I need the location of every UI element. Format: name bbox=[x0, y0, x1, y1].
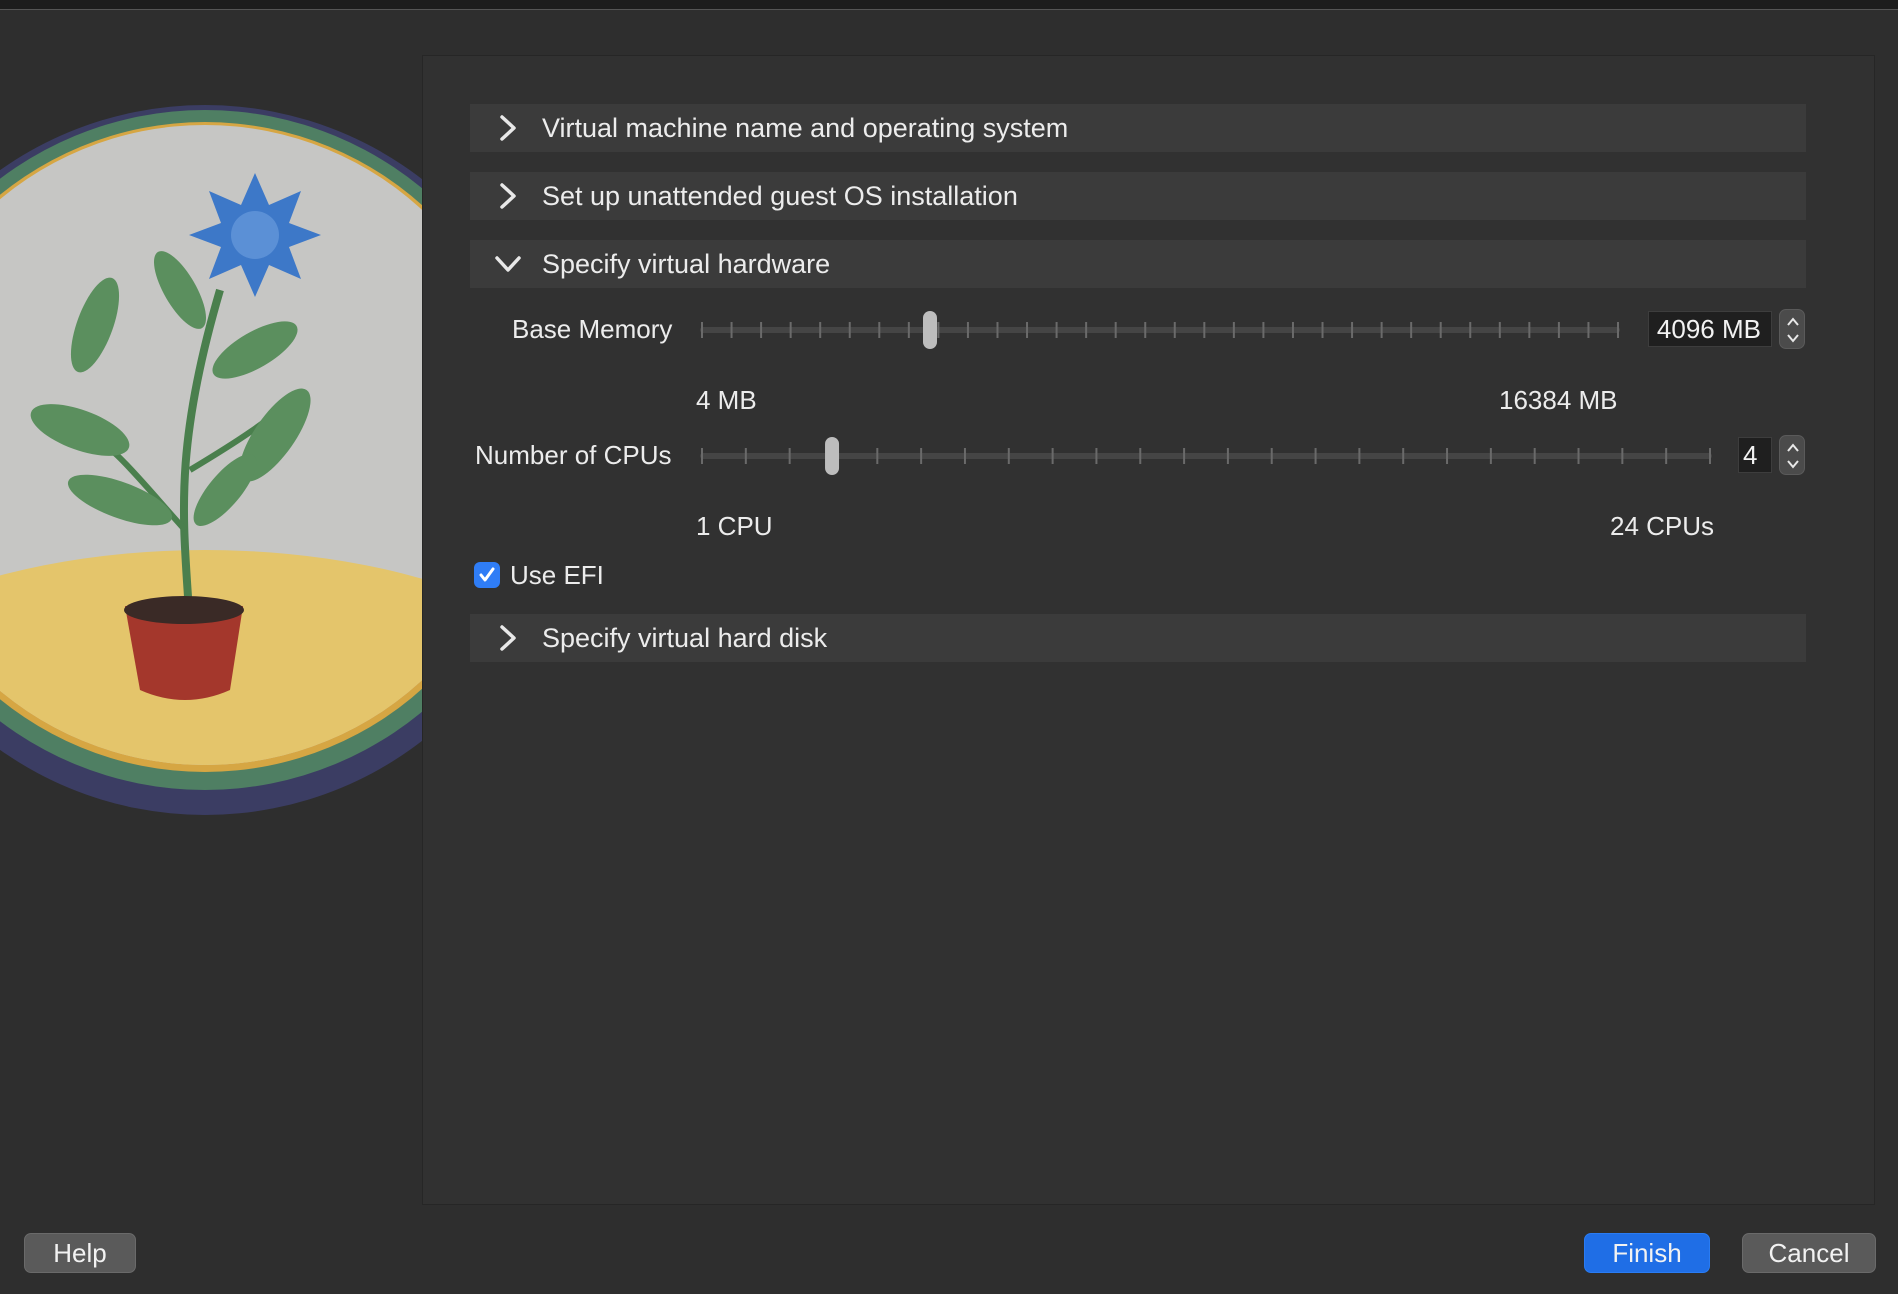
cpu-max-label: 24 CPUs bbox=[1610, 511, 1715, 541]
use-efi-label: Use EFI bbox=[510, 560, 604, 590]
slider-knob[interactable] bbox=[825, 437, 840, 475]
section-title: Specify virtual hardware bbox=[542, 248, 831, 279]
cpu-min-label: 1 CPU bbox=[696, 511, 773, 541]
chevron-right-icon bbox=[494, 114, 522, 142]
cpu-count-label: Number of CPUs bbox=[475, 440, 672, 470]
help-button[interactable]: Help bbox=[24, 1233, 136, 1273]
section-vm-name-os[interactable]: Virtual machine name and operating syste… bbox=[470, 104, 1806, 152]
chevron-right-icon bbox=[494, 624, 522, 652]
section-unattended-install[interactable]: Set up unattended guest OS installation bbox=[470, 172, 1806, 220]
use-efi-checkbox[interactable] bbox=[474, 562, 500, 588]
section-title: Set up unattended guest OS installation bbox=[542, 180, 1018, 211]
base-memory-field[interactable]: 4096 MB bbox=[1648, 311, 1772, 347]
section-title: Virtual machine name and operating syste… bbox=[542, 112, 1069, 143]
cpu-count-stepper[interactable] bbox=[1779, 435, 1805, 475]
cpu-count-field[interactable]: 4 bbox=[1738, 437, 1772, 473]
slider-knob[interactable] bbox=[923, 311, 937, 349]
finish-button[interactable]: Finish bbox=[1584, 1233, 1710, 1273]
slider-track bbox=[700, 327, 1620, 333]
section-title: Specify virtual hard disk bbox=[542, 622, 828, 653]
memory-max-label: 16384 MB bbox=[1499, 385, 1618, 415]
base-memory-slider[interactable] bbox=[700, 311, 1620, 349]
section-virtual-hard-disk[interactable]: Specify virtual hard disk bbox=[470, 614, 1806, 662]
cpu-count-slider[interactable] bbox=[700, 437, 1712, 475]
section-virtual-hardware[interactable]: Specify virtual hardware bbox=[470, 240, 1806, 288]
memory-min-label: 4 MB bbox=[696, 385, 757, 415]
chevron-right-icon bbox=[494, 182, 522, 210]
cancel-button[interactable]: Cancel bbox=[1742, 1233, 1876, 1273]
slider-track bbox=[700, 453, 1712, 459]
window-top-edge bbox=[0, 0, 1898, 10]
checkmark-icon bbox=[479, 567, 495, 582]
base-memory-label: Base Memory bbox=[512, 314, 673, 344]
base-memory-stepper[interactable] bbox=[1779, 309, 1805, 349]
chevron-down-icon bbox=[494, 250, 522, 278]
